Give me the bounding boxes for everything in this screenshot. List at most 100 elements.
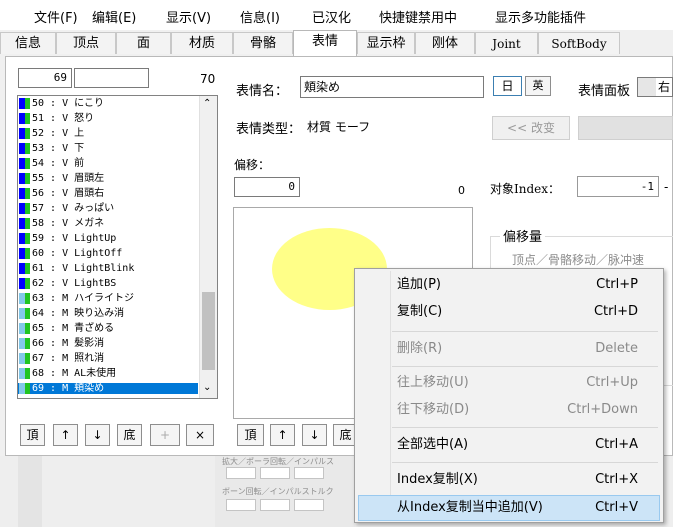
menu-item-select-all[interactable]: 全部选中(A) Ctrl+A	[358, 432, 660, 458]
list-item[interactable]: 65 : M 青ざめる	[18, 323, 198, 334]
target-index-input[interactable]: -1	[577, 176, 659, 197]
morph-type-label: 表情类型：	[236, 122, 302, 137]
list-item[interactable]: 52 : V 上	[18, 128, 198, 139]
menu-item-copy[interactable]: 复制(C) Ctrl+D	[358, 299, 660, 325]
morph-name-filter-input[interactable]	[74, 68, 149, 88]
morph-panel-swatch	[25, 308, 30, 319]
target-index-label: 对象Index：	[490, 182, 561, 196]
list-item-label: 59 : V LightUp	[32, 233, 117, 244]
move-up-button[interactable]: ↑	[53, 424, 78, 446]
list-item[interactable]: 55 : V 眉頭左	[18, 173, 198, 184]
offset-move-up-button[interactable]: ↑	[270, 424, 295, 446]
list-item-label: 58 : V メガネ	[32, 218, 105, 229]
morph-panel-swatch	[25, 218, 30, 229]
delete-button[interactable]: ×	[186, 424, 214, 446]
move-bottom-button[interactable]: 底	[117, 424, 142, 446]
tab-joint[interactable]: Joint	[475, 32, 538, 54]
tab-face[interactable]: 面	[116, 32, 171, 54]
list-item-label: 66 : M 髪影消	[32, 338, 105, 349]
context-menu: 追加(P) Ctrl+P 复制(C) Ctrl+D 删除(R) Delete 往上移动…	[354, 268, 664, 523]
tab-bone[interactable]: 骨骼	[233, 32, 293, 54]
list-item[interactable]: 66 : M 髪影消	[18, 338, 198, 349]
morph-name-input[interactable]: 頬染め	[300, 76, 484, 98]
morph-index-input[interactable]: 69	[18, 68, 72, 88]
menu-view[interactable]: 显示(V)	[166, 7, 211, 26]
menu-file[interactable]: 文件(F)	[34, 7, 78, 26]
scroll-up-icon[interactable]: ⌃	[203, 98, 211, 109]
list-item[interactable]: 67 : M 照れ消	[18, 353, 198, 364]
lang-en-button[interactable]: 英	[525, 76, 551, 96]
disabled-button[interactable]	[578, 116, 673, 140]
tab-morph[interactable]: 表情	[293, 30, 357, 56]
scroll-thumb[interactable]	[202, 292, 215, 370]
list-item-label: 53 : V 下	[32, 143, 85, 154]
morph-name-label: 表情名：	[236, 84, 289, 99]
background-field	[226, 467, 256, 479]
list-item[interactable]: 68 : M AL未使用	[18, 368, 198, 379]
list-item-label: 61 : V LightBlink	[32, 263, 135, 274]
tab-display-frame[interactable]: 显示枠	[357, 32, 415, 54]
add-button[interactable]: +	[150, 424, 180, 446]
morph-panel-swatch	[25, 98, 30, 109]
morph-panel-swatch	[25, 278, 30, 289]
menu-item-add-from-index-copy[interactable]: 从Index复制当中追加(V) Ctrl+V	[358, 495, 660, 521]
list-item[interactable]: 61 : V LightBlink	[18, 263, 198, 274]
menu-edit[interactable]: 编辑(E)	[92, 7, 136, 26]
menu-info[interactable]: 信息(I)	[240, 7, 280, 26]
list-item[interactable]: 59 : V LightUp	[18, 233, 198, 244]
menu-localized[interactable]: 已汉化	[312, 7, 351, 26]
menu-item-add[interactable]: 追加(P) Ctrl+P	[358, 272, 660, 298]
list-scrollbar[interactable]: ⌃ ⌄	[199, 96, 217, 398]
tab-softbody[interactable]: SoftBody	[538, 32, 620, 54]
list-item[interactable]: 50 : V にこり	[18, 98, 198, 109]
menu-item-move-down[interactable]: 往下移动(D) Ctrl+Down	[358, 397, 660, 423]
scroll-down-icon[interactable]: ⌄	[203, 382, 211, 393]
background-field	[260, 467, 290, 479]
morph-panel-select[interactable]: 右	[637, 77, 673, 97]
list-item[interactable]: 58 : V メガネ	[18, 218, 198, 229]
list-item[interactable]: 64 : M 映り込み消	[18, 308, 198, 319]
lang-jp-button[interactable]: 日	[493, 76, 522, 96]
tab-rigidbody[interactable]: 刚体	[415, 32, 475, 54]
menu-separator	[392, 427, 658, 428]
tab-vertex[interactable]: 顶点	[56, 32, 116, 54]
morph-panel-swatch	[25, 233, 30, 244]
list-item[interactable]: 60 : V LightOff	[18, 248, 198, 259]
list-item[interactable]: 51 : V 怒り	[18, 113, 198, 124]
target-index-dash: -	[664, 180, 669, 194]
background-label-2: ボーン回転／インパルストルク	[222, 487, 334, 496]
list-item-label: 52 : V 上	[32, 128, 85, 139]
morph-type-value: 材質 モーフ	[307, 120, 371, 134]
list-item-label: 57 : V みっぱい	[32, 203, 115, 214]
morph-panel-swatch	[25, 128, 30, 139]
background-field	[260, 499, 290, 511]
offset-move-down-button[interactable]: ↓	[302, 424, 327, 446]
morph-panel-swatch	[25, 293, 30, 304]
list-item[interactable]: 53 : V 下	[18, 143, 198, 154]
menu-item-index-copy[interactable]: Index复制(X) Ctrl+X	[358, 467, 660, 493]
list-item-label: 69 : M 頬染め	[32, 383, 105, 394]
menu-item-move-up[interactable]: 往上移动(U) Ctrl+Up	[358, 370, 660, 396]
tab-material[interactable]: 材质	[171, 32, 233, 54]
list-item-label: 55 : V 眉頭左	[32, 173, 105, 184]
rename-button[interactable]: << 改变	[492, 116, 570, 140]
morph-list[interactable]: 50 : V にこり 51 : V 怒り 52 : V 上 53 : V 下 54 : …	[17, 95, 218, 399]
offset-types-label: 顶点／骨骼移动／脉冲速	[512, 253, 645, 267]
move-top-button[interactable]: 頂	[20, 424, 45, 446]
list-item[interactable]: 54 : V 前	[18, 158, 198, 169]
list-item[interactable]: 63 : M ハイライトジ	[18, 293, 198, 304]
background-label-1: 拡大／ポーラ回転／インパルス	[222, 457, 334, 466]
tab-info[interactable]: 信息	[0, 32, 56, 54]
offset-count: 0	[458, 184, 465, 197]
list-item[interactable]: 62 : V LightBS	[18, 278, 198, 289]
list-item[interactable]: 57 : V みっぱい	[18, 203, 198, 214]
menu-bar: 文件(F) 编辑(E) 显示(V) 信息(I) 已汉化 快捷键禁用中 显示多功能…	[0, 0, 673, 31]
list-item[interactable]: 56 : V 眉頭右	[18, 188, 198, 199]
offset-move-top-button[interactable]: 頂	[237, 424, 264, 446]
move-down-button[interactable]: ↓	[85, 424, 110, 446]
offset-index-input[interactable]: 0	[234, 177, 300, 197]
menu-shortcut-disabled[interactable]: 快捷键禁用中	[379, 7, 457, 26]
menu-plugins[interactable]: 显示多功能插件	[495, 7, 586, 26]
list-item[interactable]: 69 : M 頬染め	[18, 383, 198, 394]
menu-item-delete[interactable]: 删除(R) Delete	[358, 336, 660, 362]
